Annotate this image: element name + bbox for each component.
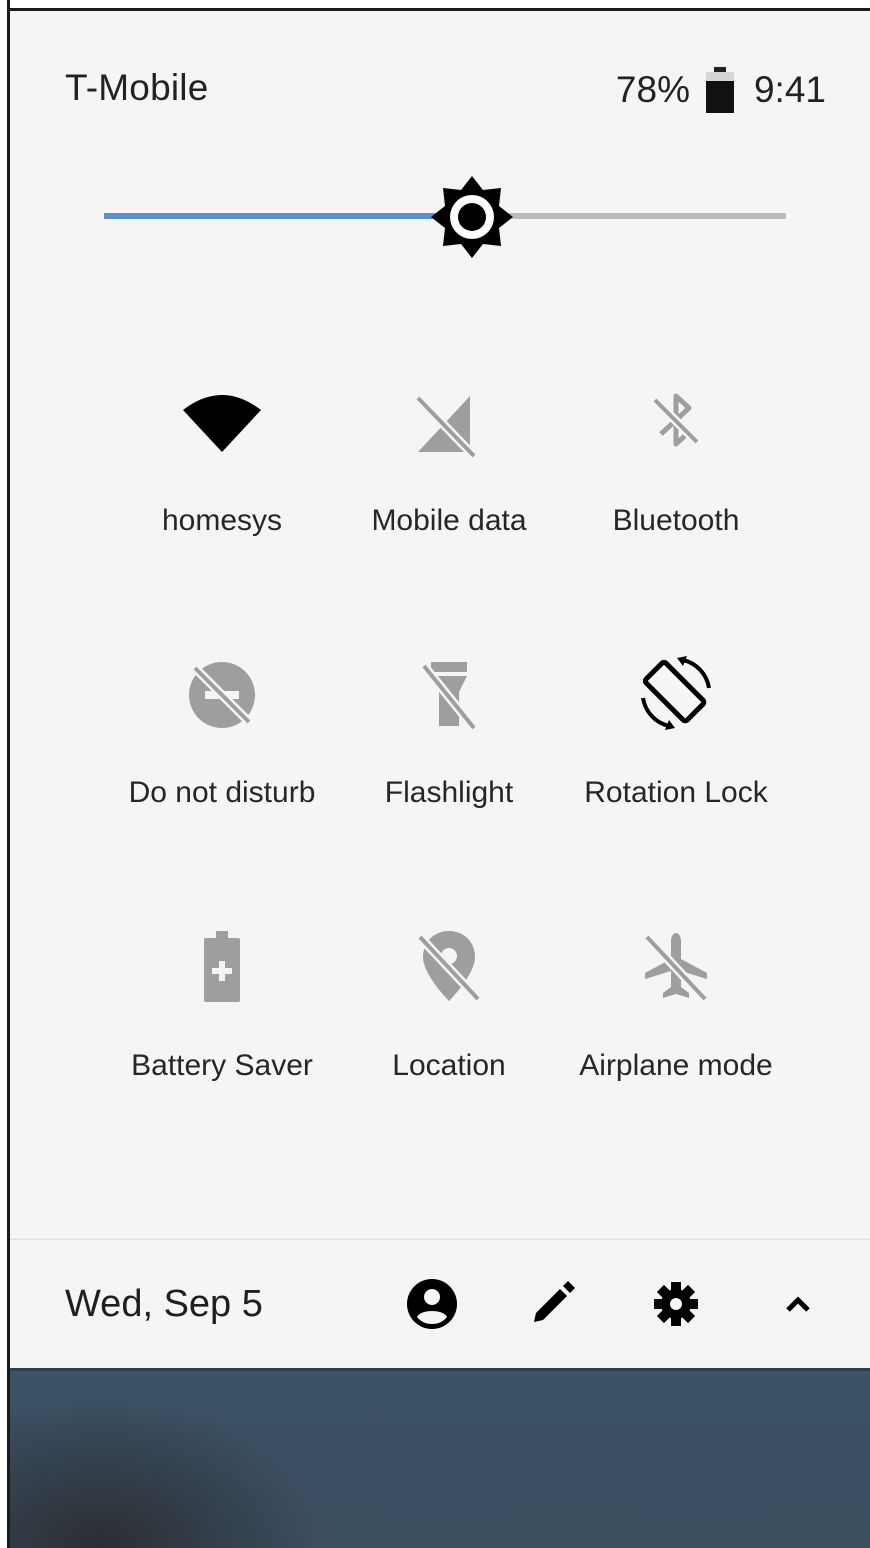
flashlight-off-icon — [420, 662, 478, 731]
tile-rotation-lock[interactable]: Rotation Lock — [561, 648, 791, 848]
brightness-slider[interactable] — [104, 176, 786, 258]
home-wallpaper — [10, 1368, 870, 1548]
collapse-icon[interactable] — [768, 1274, 828, 1334]
do-not-disturb-off-icon — [189, 662, 255, 728]
edit-icon[interactable] — [522, 1274, 582, 1334]
tile-flashlight[interactable]: Flashlight — [334, 648, 564, 848]
tile-label: Rotation Lock — [584, 776, 768, 809]
brightness-icon[interactable] — [427, 176, 517, 258]
user-icon[interactable] — [402, 1274, 462, 1334]
tile-bluetooth[interactable]: Bluetooth — [561, 376, 791, 576]
location-off-icon — [416, 931, 482, 1003]
quick-settings-screen: T-Mobile 78% 9:41 homesys Mobile data Bl… — [0, 0, 870, 1548]
tile-label: Bluetooth — [612, 504, 740, 537]
wifi-icon — [183, 395, 261, 452]
carrier-name: T-Mobile — [65, 67, 209, 108]
quick-settings-panel: T-Mobile 78% 9:41 homesys Mobile data Bl… — [10, 11, 870, 1237]
mobile-data-off-icon — [414, 394, 478, 460]
brightness-track-filled — [104, 213, 472, 219]
tile-label: Airplane mode — [579, 1049, 773, 1082]
battery-percentage: 78% — [615, 69, 690, 110]
bluetooth-off-icon — [651, 393, 701, 447]
rotation-icon — [641, 656, 711, 730]
brightness-track-empty — [472, 213, 786, 219]
clock: 9:41 — [753, 69, 826, 110]
tile-mobile-data[interactable]: Mobile data — [334, 376, 564, 576]
tile-do-not-disturb[interactable]: Do not disturb — [107, 648, 337, 848]
battery-saver-icon — [204, 931, 240, 1002]
tile-location[interactable]: Location — [334, 921, 564, 1121]
status-indicators: 78% 9:41 — [616, 67, 826, 113]
tile-airplane-mode[interactable]: Airplane mode — [561, 921, 791, 1121]
tile-battery-saver[interactable]: Battery Saver — [107, 921, 337, 1121]
screenshot-border-top — [0, 0, 870, 11]
settings-icon[interactable] — [646, 1274, 706, 1334]
quick-settings-footer: Wed, Sep 5 — [10, 1238, 870, 1368]
screenshot-border-left — [0, 0, 10, 1548]
tile-wifi[interactable]: homesys — [107, 376, 337, 576]
airplane-off-icon — [643, 933, 709, 1003]
date-label: Wed, Sep 5 — [65, 1283, 263, 1325]
battery-icon — [705, 67, 734, 113]
